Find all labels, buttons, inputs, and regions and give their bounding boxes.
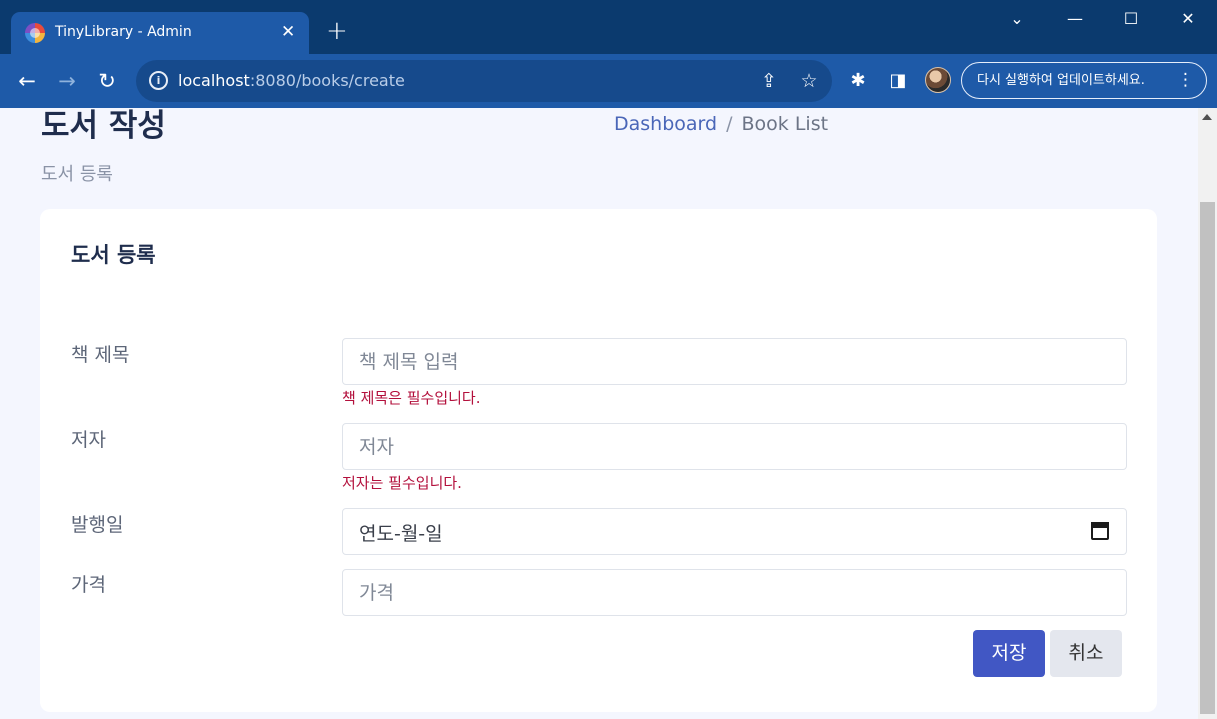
browser-toolbar: ← → ↻ i localhost:8080/books/create ⇪ ☆ …: [0, 54, 1217, 108]
publish-date-label: 발행일: [71, 514, 124, 536]
page-viewport: 도서 작성 도서 등록 Dashboard / Book List 도서 등록 책 …: [0, 108, 1217, 719]
book-form-card: 도서 등록 책 제목 책 제목은 필수입니다. 저자 저자는 필수입니다. 발행…: [40, 209, 1157, 712]
tab-close-icon[interactable]: ✕: [281, 21, 295, 43]
site-info-icon[interactable]: i: [149, 71, 168, 90]
url-path: :8080/books/create: [249, 71, 405, 90]
extensions-icon[interactable]: ✱: [845, 68, 871, 94]
author-error: 저자는 필수입니다.: [342, 474, 462, 492]
tab-title: TinyLibrary - Admin: [55, 24, 192, 40]
breadcrumb-current: Book List: [741, 113, 829, 135]
page-title: 도서 작성: [41, 108, 166, 144]
price-label: 가격: [71, 574, 106, 596]
breadcrumb-dashboard-link[interactable]: Dashboard: [614, 113, 717, 135]
page-subtitle: 도서 등록: [41, 164, 113, 185]
publish-date-input[interactable]: 연도-월-일: [342, 508, 1127, 555]
title-error: 책 제목은 필수입니다.: [342, 389, 481, 407]
maximize-icon[interactable]: ☐: [1116, 8, 1146, 30]
share-icon[interactable]: ⇪: [756, 68, 782, 94]
browser-tab-strip: TinyLibrary - Admin ✕ + ⌄ — ☐ ✕: [0, 0, 1217, 54]
page-scrollbar[interactable]: [1198, 108, 1217, 719]
side-panel-icon[interactable]: ◨: [885, 68, 911, 94]
calendar-icon[interactable]: [1091, 522, 1109, 540]
publish-date-value: 연도-월-일: [359, 523, 443, 545]
scrollbar-thumb[interactable]: [1200, 202, 1215, 714]
author-input[interactable]: [342, 423, 1127, 470]
url-text[interactable]: localhost:8080/books/create: [178, 71, 405, 90]
tab-search-icon[interactable]: ⌄: [1002, 8, 1032, 30]
bookmark-star-icon[interactable]: ☆: [796, 68, 822, 94]
browser-tab[interactable]: TinyLibrary - Admin ✕: [11, 12, 309, 54]
new-tab-icon[interactable]: +: [326, 17, 348, 45]
author-label: 저자: [71, 429, 106, 451]
title-label: 책 제목: [71, 344, 130, 366]
back-icon[interactable]: ←: [13, 68, 41, 94]
scroll-up-arrow-icon[interactable]: [1202, 114, 1212, 120]
browser-menu-icon[interactable]: ⋮: [1177, 63, 1194, 98]
cancel-button[interactable]: 취소: [1050, 630, 1122, 677]
title-input[interactable]: [342, 338, 1127, 385]
close-window-icon[interactable]: ✕: [1173, 8, 1203, 30]
breadcrumb: Dashboard / Book List: [614, 113, 828, 135]
price-input[interactable]: [342, 569, 1127, 616]
save-button[interactable]: 저장: [973, 630, 1045, 677]
update-button[interactable]: 다시 실행하여 업데이트하세요. ⋮: [961, 62, 1207, 99]
forward-icon[interactable]: →: [53, 68, 81, 94]
profile-avatar[interactable]: [925, 67, 951, 93]
breadcrumb-separator: /: [726, 113, 733, 135]
minimize-icon[interactable]: —: [1060, 8, 1090, 30]
address-bar[interactable]: i localhost:8080/books/create ⇪ ☆: [136, 60, 832, 102]
app-favicon-icon: [25, 23, 45, 43]
update-label: 다시 실행하여 업데이트하세요.: [977, 73, 1145, 88]
url-host: localhost: [178, 71, 250, 90]
reload-icon[interactable]: ↻: [93, 68, 121, 94]
card-title: 도서 등록: [71, 243, 156, 267]
